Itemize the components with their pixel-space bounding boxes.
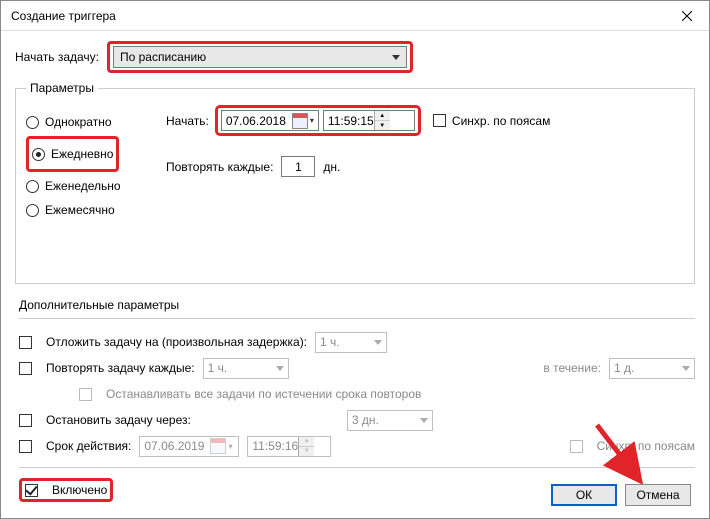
repeat-task-checkbox[interactable] [19, 362, 32, 375]
radio-daily-label: Ежедневно [51, 147, 113, 161]
time-spinner[interactable]: ▲ ▼ [298, 437, 314, 456]
parameters-fieldset: Параметры Однократно Ежедневно [15, 81, 695, 284]
begin-task-label: Начать задачу: [15, 50, 99, 64]
cancel-label: Отмена [636, 488, 679, 502]
duration-combo[interactable]: 1 д. [609, 358, 695, 379]
sync-tz-label: Синхр. по поясам [452, 114, 550, 128]
radio-once-label: Однократно [45, 115, 112, 129]
enabled-checkbox[interactable] [25, 484, 38, 497]
radio-icon [26, 180, 39, 193]
stop-all-label: Останавливать все задачи по истечении ср… [106, 387, 421, 401]
spinner-up-icon[interactable]: ▲ [299, 437, 314, 447]
expires-sync-tz-checkbox [570, 440, 583, 453]
chevron-down-icon [374, 340, 382, 345]
parameters-legend: Параметры [26, 81, 98, 95]
spinner-up-icon[interactable]: ▲ [375, 111, 390, 121]
stop-after-label: Остановить задачу через: [46, 413, 191, 427]
start-time-input[interactable]: 11:59:15 ▲ ▼ [323, 110, 415, 131]
radio-icon [26, 204, 39, 217]
expires-time-input[interactable]: 11:59:16 ▲ ▼ [247, 436, 331, 457]
repeat-task-combo[interactable]: 1 ч. [203, 358, 289, 379]
expires-checkbox[interactable] [19, 440, 32, 453]
delay-value: 1 ч. [320, 335, 340, 349]
dialog-window: Создание триггера Начать задачу: По расп… [0, 0, 710, 519]
begin-task-value: По расписанию [120, 50, 206, 64]
ok-button[interactable]: ОК [551, 484, 617, 506]
expires-label: Срок действия: [46, 439, 131, 453]
start-date-value: 07.06.2018 [226, 114, 286, 128]
chevron-down-icon [682, 366, 690, 371]
calendar-icon [292, 113, 308, 129]
enabled-label: Включено [52, 483, 107, 497]
chevron-down-icon [392, 55, 400, 60]
delay-label: Отложить задачу на (произвольная задержк… [46, 335, 307, 349]
radio-weekly-label: Еженедельно [45, 179, 121, 193]
window-title: Создание триггера [11, 9, 116, 23]
stop-all-checkbox [79, 388, 92, 401]
chevron-down-icon: ▾ [310, 116, 314, 125]
expires-date-value: 07.06.2019 [144, 439, 204, 453]
delay-checkbox[interactable] [19, 336, 32, 349]
radio-icon [26, 116, 39, 129]
repeat-every-unit: дн. [323, 160, 340, 174]
titlebar: Создание триггера [1, 1, 709, 31]
repeat-task-label: Повторять задачу каждые: [46, 361, 195, 375]
duration-value: 1 д. [614, 361, 634, 375]
spinner-down-icon[interactable]: ▼ [375, 121, 390, 130]
delay-combo[interactable]: 1 ч. [315, 332, 387, 353]
repeat-every-label: Повторять каждые: [166, 160, 273, 174]
duration-label: в течение: [543, 361, 601, 375]
start-time-value: 11:59:15 [328, 114, 374, 128]
radio-monthly[interactable]: Ежемесячно [26, 199, 156, 221]
chevron-down-icon [420, 418, 428, 423]
ok-label: ОК [576, 488, 592, 502]
stop-after-checkbox[interactable] [19, 414, 32, 427]
calendar-icon [210, 438, 226, 454]
chevron-down-icon: ▾ [228, 442, 232, 451]
radio-icon [32, 148, 45, 161]
close-icon [682, 11, 692, 21]
expires-sync-tz-label: Синхр. по поясам [597, 439, 695, 453]
expires-time-value: 11:59:16 [252, 439, 298, 453]
expires-date-input[interactable]: 07.06.2019 ▾ [139, 436, 239, 457]
stop-after-combo[interactable]: 3 дн. [347, 410, 433, 431]
time-spinner[interactable]: ▲ ▼ [374, 111, 390, 130]
sync-tz-checkbox[interactable] [433, 114, 446, 127]
radio-once[interactable]: Однократно [26, 111, 156, 133]
repeat-every-value: 1 [295, 160, 302, 174]
chevron-down-icon [276, 366, 284, 371]
radio-daily[interactable]: Ежедневно [32, 143, 113, 165]
radio-weekly[interactable]: Еженедельно [26, 175, 156, 197]
start-date-input[interactable]: 07.06.2018 ▾ [221, 110, 319, 131]
repeat-task-value: 1 ч. [208, 361, 228, 375]
repeat-every-input[interactable]: 1 [281, 156, 315, 177]
cancel-button[interactable]: Отмена [625, 484, 691, 506]
spinner-down-icon[interactable]: ▼ [299, 447, 314, 456]
radio-monthly-label: Ежемесячно [45, 203, 115, 217]
stop-after-value: 3 дн. [352, 413, 379, 427]
advanced-title: Дополнительные параметры [19, 298, 695, 319]
begin-task-select[interactable]: По расписанию [113, 46, 407, 68]
start-label: Начать: [166, 114, 209, 128]
close-button[interactable] [665, 1, 709, 31]
